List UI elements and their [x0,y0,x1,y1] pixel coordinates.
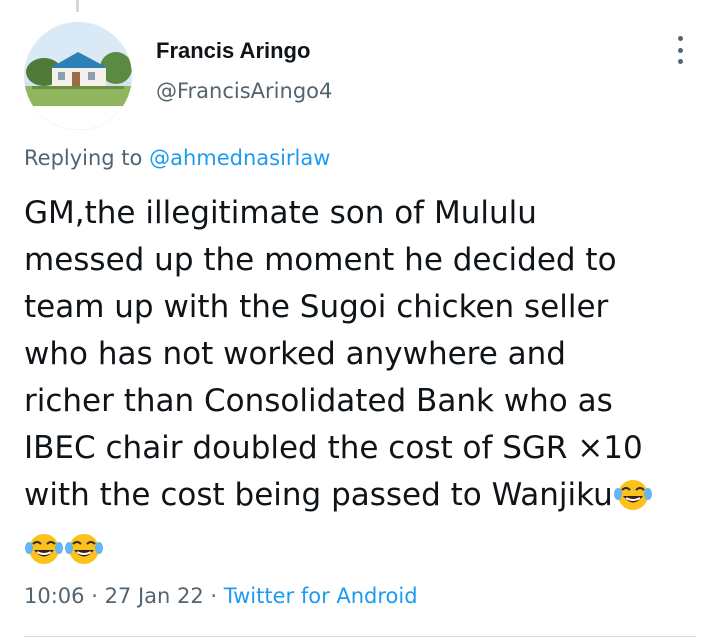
divider [24,636,696,637]
author-handle[interactable]: @FrancisAringo4 [156,76,332,106]
tweet-time[interactable]: 10:06 [24,584,85,608]
house-photo-icon [24,22,132,130]
face-with-tears-of-joy-icon [613,478,653,526]
tweet-line: messed up the moment he decided to [24,242,617,278]
tweet-line: IBEC chair doubled the cost of SGR ×10 [24,430,643,466]
dot [677,36,683,41]
author-block: Francis Aringo @FrancisAringo4 [156,36,332,106]
thread-connector-line [76,0,79,12]
tweet-line: with the cost being passed to Wanjiku [24,477,613,513]
tweet-source-link[interactable]: Twitter for Android [224,584,418,608]
more-options-icon[interactable] [668,36,692,64]
author-display-name[interactable]: Francis Aringo [156,36,332,66]
replying-to-handle-link[interactable]: @ahmednasirlaw [149,146,330,170]
tweet-text: GM,the illegitimate son of Mululu messed… [24,190,704,580]
dot [677,47,683,53]
replying-to-label: Replying to [24,146,150,170]
separator-dot: · [203,584,224,608]
face-with-tears-of-joy-icon [64,532,104,580]
tweet-line: richer than Consolidated Bank who as [24,383,613,419]
dot [677,59,683,64]
tweet-line: team up with the Sugoi chicken seller [24,289,609,325]
avatar[interactable] [24,22,132,130]
separator-dot: · [84,584,105,608]
replying-to: Replying to @ahmednasirlaw [24,146,330,170]
tweet-line: GM,the illegitimate son of Mululu [24,195,537,231]
face-with-tears-of-joy-icon [24,532,64,580]
tweet-date[interactable]: 27 Jan 22 [105,584,204,608]
tweet-meta: 10:06 · 27 Jan 22 · Twitter for Android [24,584,418,608]
tweet-line: who has not worked anywhere and [24,336,566,372]
